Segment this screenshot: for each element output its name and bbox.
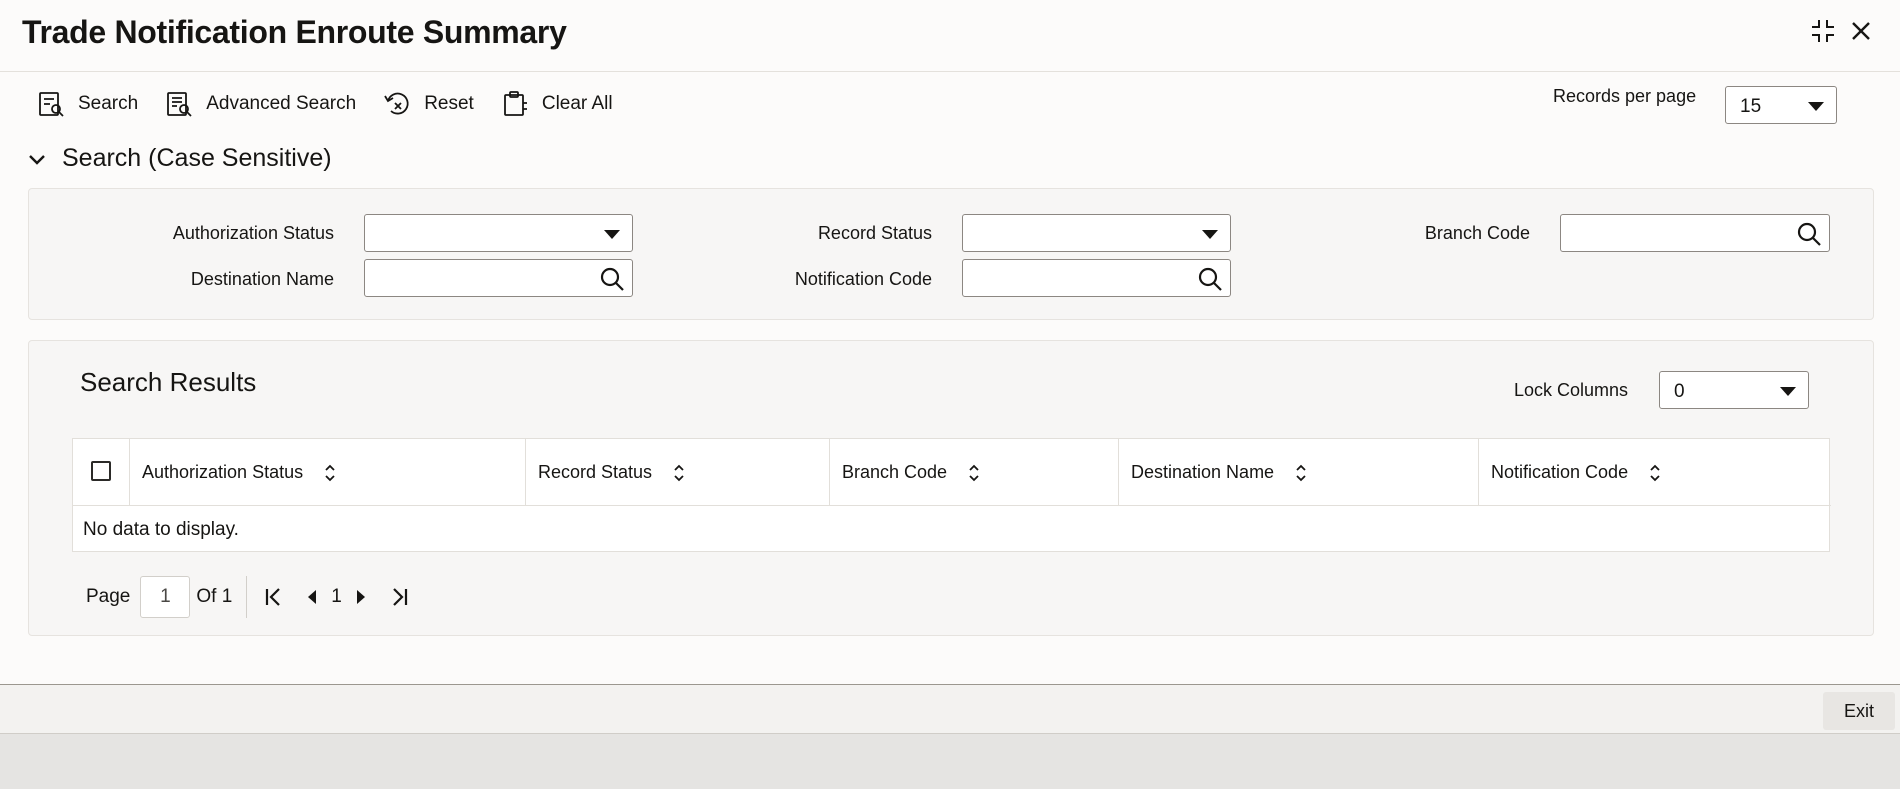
- toolbar: Search Advanced Search Reset Clear All: [36, 84, 613, 124]
- app-window: Trade Notification Enroute Summary Searc…: [0, 0, 1900, 789]
- advanced-search-label: Advanced Search: [206, 93, 357, 114]
- close-icon[interactable]: [1846, 16, 1876, 46]
- column-header-branch-code[interactable]: Branch Code: [829, 439, 1118, 506]
- column-label: Notification Code: [1491, 462, 1629, 482]
- advanced-search-icon: [167, 92, 192, 117]
- destination-name-input[interactable]: [364, 259, 633, 297]
- page-label: Page: [86, 586, 131, 607]
- select-all-checkbox[interactable]: [91, 461, 111, 481]
- column-header-destination-name[interactable]: Destination Name: [1118, 439, 1478, 506]
- pagination: Page 1 Of 1 1: [86, 576, 418, 618]
- records-per-page-value: 15: [1740, 96, 1762, 117]
- exit-button[interactable]: Exit: [1823, 692, 1895, 730]
- chevron-down-icon: [604, 230, 620, 239]
- lock-columns-select[interactable]: 0: [1659, 371, 1809, 409]
- lock-columns-label: Lock Columns: [1514, 380, 1629, 400]
- page-of-label: Of 1: [196, 586, 233, 607]
- sort-icon[interactable]: [1294, 463, 1308, 483]
- search-icon[interactable]: [598, 265, 626, 293]
- chevron-down-icon: [1808, 102, 1824, 111]
- previous-page-icon[interactable]: [299, 584, 325, 610]
- lock-columns-value: 0: [1674, 381, 1685, 402]
- results-table: Authorization Status Record Status Branc…: [72, 438, 1831, 552]
- chevron-down-icon: [1202, 230, 1218, 239]
- record-status-label: Record Status: [817, 223, 932, 243]
- sort-icon[interactable]: [323, 463, 337, 483]
- advanced-search-button[interactable]: Advanced Search: [164, 89, 356, 119]
- footer-bar: [0, 685, 1900, 733]
- current-page-number: 1: [331, 586, 342, 607]
- column-label: Record Status: [538, 462, 653, 482]
- next-page-icon[interactable]: [348, 584, 374, 610]
- chevron-down-icon: [29, 154, 45, 165]
- clipboard-icon: [503, 91, 527, 116]
- table-header: Authorization Status Record Status Branc…: [73, 439, 1831, 506]
- notification-code-input[interactable]: [962, 259, 1231, 297]
- search-doc-icon: [39, 92, 64, 117]
- record-status-select[interactable]: [962, 214, 1231, 252]
- branch-code-input[interactable]: [1560, 214, 1830, 252]
- clear-all-button[interactable]: Clear All: [500, 89, 613, 119]
- search-icon[interactable]: [1196, 265, 1224, 293]
- destination-name-label: Destination Name: [190, 269, 334, 289]
- last-page-icon[interactable]: [386, 584, 412, 610]
- chevron-down-icon: [1780, 387, 1796, 396]
- records-per-page-label: Records per page: [1553, 86, 1697, 106]
- reset-button[interactable]: Reset: [382, 89, 474, 119]
- title-bar: Trade Notification Enroute Summary: [0, 0, 1900, 72]
- pager-divider: [246, 576, 248, 618]
- column-label: Destination Name: [1131, 462, 1275, 482]
- authorization-status-select[interactable]: [364, 214, 633, 252]
- search-button[interactable]: Search: [36, 89, 138, 119]
- page-number-input[interactable]: 1: [140, 576, 191, 618]
- status-bar: [0, 733, 1900, 789]
- page-title: Trade Notification Enroute Summary: [22, 14, 567, 50]
- search-button-label: Search: [78, 93, 139, 114]
- authorization-status-label: Authorization Status: [172, 223, 334, 243]
- clear-all-label: Clear All: [541, 93, 613, 114]
- search-panel: [28, 188, 1874, 320]
- column-header-authorization-status[interactable]: Authorization Status: [129, 439, 525, 506]
- first-page-icon[interactable]: [261, 584, 287, 610]
- column-header-record-status[interactable]: Record Status: [525, 439, 829, 506]
- column-label: Branch Code: [842, 462, 948, 482]
- search-icon[interactable]: [1795, 220, 1823, 248]
- sort-icon[interactable]: [967, 463, 981, 483]
- column-header-notification-code[interactable]: Notification Code: [1478, 439, 1830, 506]
- notification-code-label: Notification Code: [794, 269, 932, 289]
- collapse-icon[interactable]: [1808, 16, 1838, 46]
- reset-button-label: Reset: [424, 93, 474, 114]
- sort-icon[interactable]: [1648, 463, 1662, 483]
- results-title: Search Results: [80, 367, 257, 397]
- column-label: Authorization Status: [142, 462, 304, 482]
- branch-code-label: Branch Code: [1424, 223, 1530, 243]
- records-per-page-select[interactable]: 15: [1725, 86, 1837, 124]
- sort-icon[interactable]: [672, 463, 686, 483]
- reset-icon: [384, 92, 409, 115]
- search-section-title: Search (Case Sensitive): [62, 144, 332, 172]
- search-section-toggle[interactable]: Search (Case Sensitive): [26, 144, 332, 173]
- empty-message: No data to display.: [83, 519, 239, 540]
